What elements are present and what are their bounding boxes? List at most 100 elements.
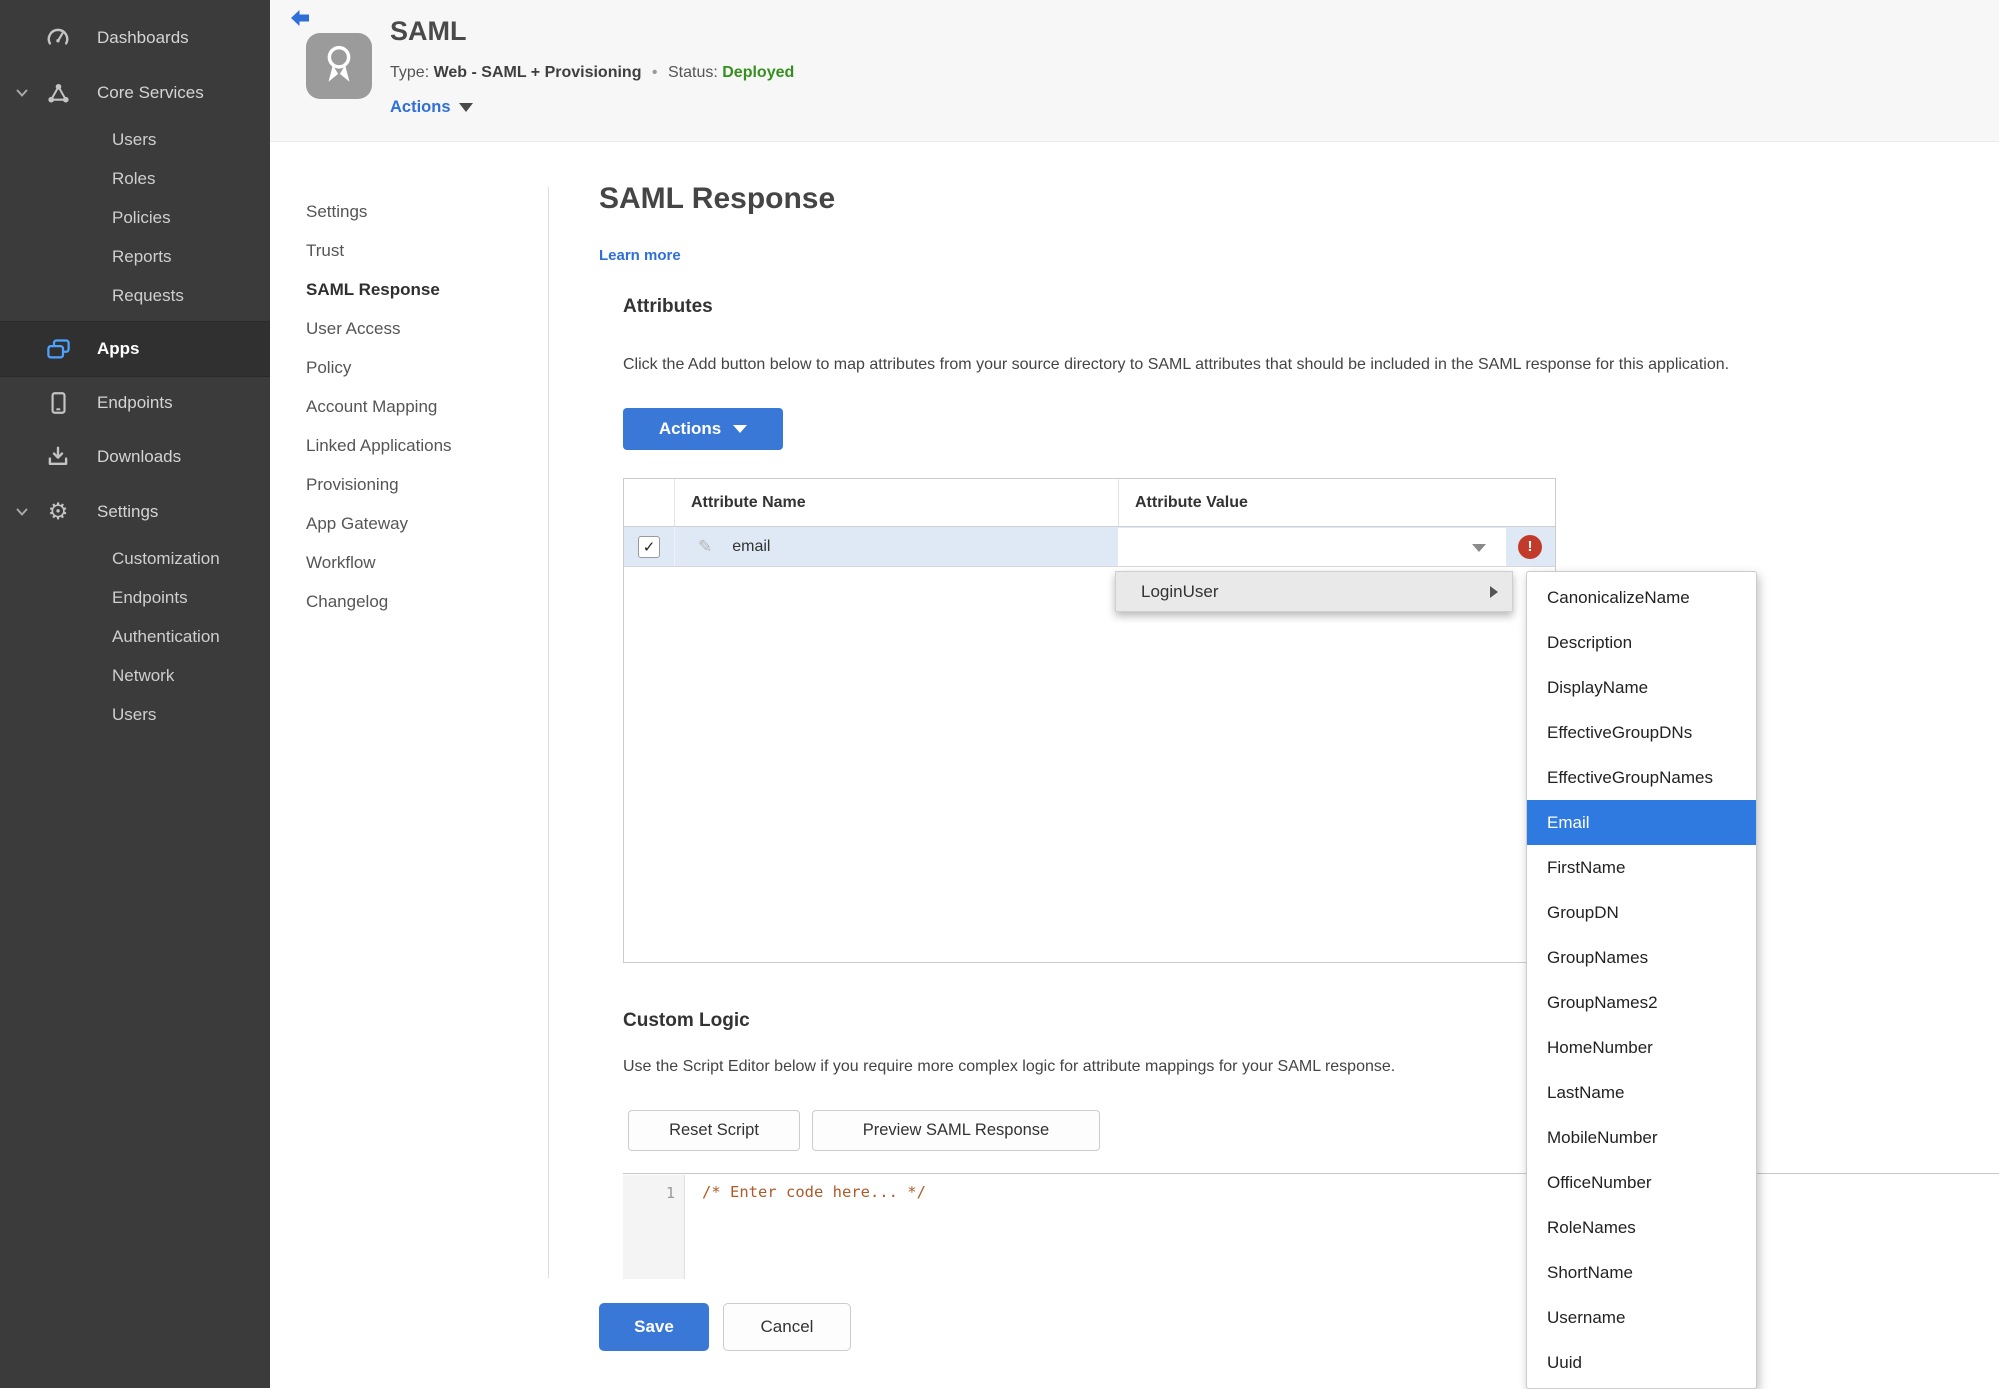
nav-item-provisioning[interactable]: Provisioning xyxy=(306,465,536,504)
sidebar-item-customization[interactable]: Customization xyxy=(0,539,270,578)
status-badge: Deployed xyxy=(722,64,795,81)
editor-code[interactable]: /* Enter code here... */ xyxy=(702,1183,926,1201)
actions-button-label: Actions xyxy=(658,419,722,438)
option-canonicalizename[interactable]: CanonicalizeName xyxy=(1527,575,1756,620)
saml-app-logo xyxy=(306,33,372,99)
download-icon xyxy=(44,443,72,471)
apps-icon xyxy=(44,335,72,363)
separator: • xyxy=(651,64,658,81)
sidebar-item-settings-endpoints[interactable]: Endpoints xyxy=(0,578,270,617)
option-homenumber[interactable]: HomeNumber xyxy=(1527,1025,1756,1070)
custom-logic-heading: Custom Logic xyxy=(623,1010,750,1031)
option-firstname[interactable]: FirstName xyxy=(1527,845,1756,890)
nav-item-account-mapping[interactable]: Account Mapping xyxy=(306,387,536,426)
phone-icon xyxy=(44,389,72,417)
attributes-table: Attribute Name Attribute Value ✓ ✎ email… xyxy=(623,478,1556,963)
attribute-value-dropdown[interactable] xyxy=(1118,528,1506,566)
nav-item-user-access[interactable]: User Access xyxy=(306,309,536,348)
learn-more-link[interactable]: Learn more xyxy=(599,247,681,264)
table-header: Attribute Name Attribute Value xyxy=(624,479,1555,527)
type-value: Web - SAML + Provisioning xyxy=(433,64,642,81)
header-actions-menu[interactable]: Actions xyxy=(390,98,473,117)
nav-item-settings[interactable]: Settings xyxy=(306,192,536,231)
option-description[interactable]: Description xyxy=(1527,620,1756,665)
option-groupnames[interactable]: GroupNames xyxy=(1527,935,1756,980)
reset-script-button[interactable]: Reset Script xyxy=(628,1110,800,1151)
loginuser-label: LoginUser xyxy=(1141,581,1219,601)
script-editor[interactable]: 1 /* Enter code here... */ xyxy=(623,1173,1999,1279)
editor-gutter: 1 xyxy=(623,1175,685,1279)
sidebar-item-settings[interactable]: ⚙ Settings xyxy=(0,485,270,539)
nav-item-trust[interactable]: Trust xyxy=(306,231,536,270)
nav-item-linked-applications[interactable]: Linked Applications xyxy=(306,426,536,465)
caret-down-icon xyxy=(1472,544,1486,552)
submenu-arrow-icon xyxy=(1490,585,1498,598)
option-email[interactable]: Email xyxy=(1527,800,1756,845)
option-username[interactable]: Username xyxy=(1527,1295,1756,1340)
sidebar-item-label: Downloads xyxy=(97,447,182,466)
custom-logic-description: Use the Script Editor below if you requi… xyxy=(623,1058,1396,1075)
option-effectivegroupnames[interactable]: EffectiveGroupNames xyxy=(1527,755,1756,800)
core-services-icon xyxy=(44,79,72,107)
sidebar-item-label: Endpoints xyxy=(97,393,173,412)
gear-icon: ⚙ xyxy=(47,498,69,525)
header-actions-label: Actions xyxy=(390,98,451,116)
chevron-down-icon[interactable] xyxy=(12,83,32,103)
edit-pencil-icon[interactable]: ✎ xyxy=(698,537,712,557)
sidebar-item-settings-users[interactable]: Users xyxy=(0,695,270,734)
type-label: Type: xyxy=(390,64,430,81)
option-groupnames2[interactable]: GroupNames2 xyxy=(1527,980,1756,1025)
sidebar-item-apps[interactable]: Apps xyxy=(0,321,270,377)
nav-item-changelog[interactable]: Changelog xyxy=(306,582,536,621)
option-officenumber[interactable]: OfficeNumber xyxy=(1527,1160,1756,1205)
nav-item-app-gateway[interactable]: App Gateway xyxy=(306,504,536,543)
chevron-down-icon[interactable] xyxy=(12,502,32,522)
app-header: SAML Type: Web - SAML + Provisioning • S… xyxy=(270,0,1999,142)
attribute-options-submenu: CanonicalizeName Description DisplayName… xyxy=(1526,571,1757,1389)
loginuser-menu-item[interactable]: LoginUser xyxy=(1115,571,1513,612)
row-checkbox[interactable]: ✓ xyxy=(638,535,660,558)
sidebar-item-authentication[interactable]: Authentication xyxy=(0,617,270,656)
nav-item-policy[interactable]: Policy xyxy=(306,348,536,387)
app-section-nav: Settings Trust SAML Response User Access… xyxy=(306,192,536,621)
option-rolenames[interactable]: RoleNames xyxy=(1527,1205,1756,1250)
sidebar-item-users[interactable]: Users xyxy=(0,120,270,159)
sidebar-item-network[interactable]: Network xyxy=(0,656,270,695)
option-effectivegroupdns[interactable]: EffectiveGroupDNs xyxy=(1527,710,1756,755)
sidebar-item-core-services[interactable]: Core Services xyxy=(0,66,270,120)
attributes-description: Click the Add button below to map attrib… xyxy=(623,356,1730,373)
select-column-header xyxy=(624,479,675,526)
option-shortname[interactable]: ShortName xyxy=(1527,1250,1756,1295)
core-services-submenu: Users Roles Policies Reports Requests xyxy=(0,120,270,315)
sidebar-item-policies[interactable]: Policies xyxy=(0,198,270,237)
sidebar-item-endpoints[interactable]: Endpoints xyxy=(0,377,270,429)
attribute-value-header: Attribute Value xyxy=(1118,479,1555,526)
sidebar-item-label: Core Services xyxy=(97,83,204,102)
gauge-icon xyxy=(44,24,72,52)
option-lastname[interactable]: LastName xyxy=(1527,1070,1756,1115)
cancel-button[interactable]: Cancel xyxy=(723,1303,851,1351)
option-mobilenumber[interactable]: MobileNumber xyxy=(1527,1115,1756,1160)
table-row[interactable]: ✓ ✎ email ! xyxy=(624,527,1555,567)
error-icon: ! xyxy=(1518,535,1542,559)
nav-item-workflow[interactable]: Workflow xyxy=(306,543,536,582)
sidebar-item-roles[interactable]: Roles xyxy=(0,159,270,198)
caret-down-icon xyxy=(733,425,748,433)
option-groupdn[interactable]: GroupDN xyxy=(1527,890,1756,935)
option-uuid[interactable]: Uuid xyxy=(1527,1340,1756,1385)
nav-item-saml-response[interactable]: SAML Response xyxy=(306,270,536,309)
attributes-actions-button[interactable]: Actions xyxy=(623,408,783,450)
sidebar-item-label: Apps xyxy=(97,339,140,358)
back-arrow-icon[interactable] xyxy=(288,7,312,29)
preview-saml-response-button[interactable]: Preview SAML Response xyxy=(812,1110,1100,1151)
save-button[interactable]: Save xyxy=(599,1303,709,1351)
sidebar-item-requests[interactable]: Requests xyxy=(0,276,270,315)
attributes-heading: Attributes xyxy=(623,296,713,317)
nav-divider xyxy=(548,187,549,1278)
page-title: SAML Response xyxy=(599,182,836,215)
sidebar-item-dashboards[interactable]: Dashboards xyxy=(0,10,270,66)
option-displayname[interactable]: DisplayName xyxy=(1527,665,1756,710)
sidebar-item-reports[interactable]: Reports xyxy=(0,237,270,276)
status-label: Status: xyxy=(667,64,718,81)
sidebar-item-downloads[interactable]: Downloads xyxy=(0,429,270,485)
